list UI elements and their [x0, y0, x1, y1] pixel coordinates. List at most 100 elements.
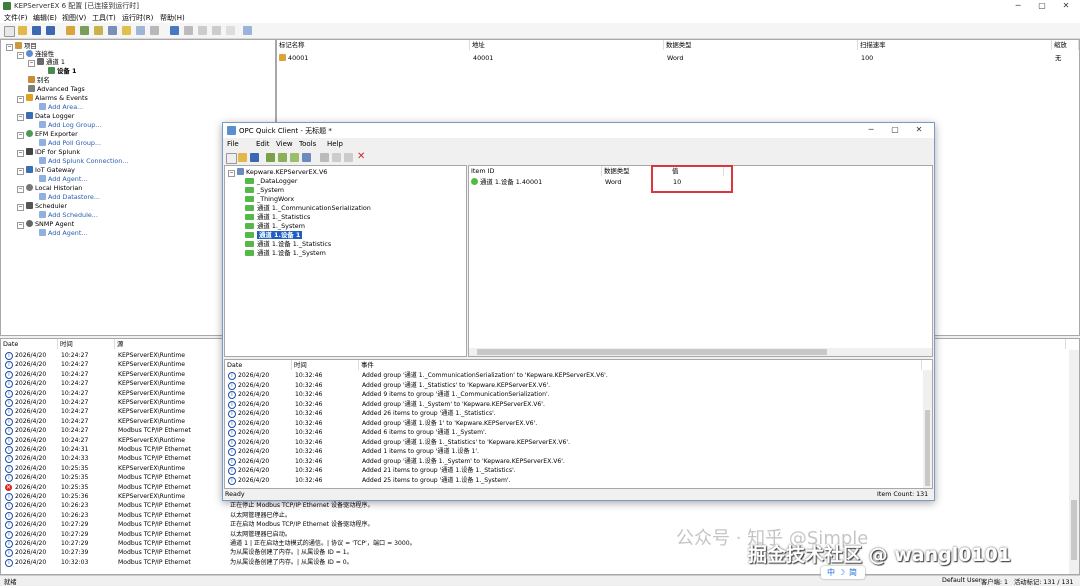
opc-menu-view[interactable]: View	[276, 140, 293, 148]
quick-client-icon[interactable]	[243, 26, 252, 35]
opc-tree-item[interactable]: _System	[245, 186, 284, 195]
col-scaling[interactable]: 缩放	[1052, 40, 1079, 50]
col-data-type[interactable]: 数据类型	[664, 40, 858, 50]
table-row[interactable]: i 2026/4/20 10:32:46 Added 6 items to group…	[225, 428, 921, 437]
menu-runtime[interactable]: 运行时(R)	[122, 13, 153, 23]
opc-close-button[interactable]: ✕	[907, 125, 931, 135]
menu-file[interactable]: 文件(F)	[4, 13, 28, 23]
opc-tree-item[interactable]: 通道 1._Statistics	[245, 213, 310, 222]
opc-new-icon[interactable]	[226, 153, 237, 164]
opc-open-icon[interactable]	[238, 153, 247, 162]
log-scroll-thumb[interactable]	[1071, 500, 1077, 560]
col-scan-rate[interactable]: 扫描速率	[858, 40, 1052, 50]
bulk-tag-icon[interactable]	[136, 26, 145, 35]
table-row[interactable]: i 2026/4/20 10:32:46 Added 21 items to grou…	[225, 466, 921, 475]
table-row[interactable]: i 2026/4/20 10:32:46 Added group '通道 1.设备 1…	[225, 457, 921, 466]
tree-add-splunk[interactable]: Add Splunk Connection...	[39, 157, 128, 166]
delete-icon[interactable]	[226, 26, 235, 35]
maximize-button[interactable]: ▢	[1030, 1, 1054, 11]
tree-scheduler[interactable]: − Scheduler	[17, 202, 67, 211]
tree-alias[interactable]: 别名	[28, 76, 50, 85]
new-group-icon[interactable]	[122, 26, 131, 35]
opc-new-item-icon[interactable]	[290, 153, 299, 162]
table-row[interactable]: i 2026/4/20 10:32:46 Added group '通道 1._Com…	[225, 371, 921, 380]
tree-idf[interactable]: − IDF for Splunk	[17, 148, 80, 157]
opc-tree-item-selected[interactable]: 通道 1.设备 1	[245, 231, 303, 240]
ime-indicator[interactable]: 中 ☽ 简	[821, 566, 865, 579]
table-row[interactable]: i 2026/4/20 10:27:29 Modbus TCP/IP Ethernet…	[1, 520, 1067, 530]
opc-tree-item[interactable]: _ThingWorx	[245, 195, 294, 204]
col-address[interactable]: 地址	[470, 40, 664, 50]
opc-log-col-time[interactable]: 时间	[292, 360, 359, 370]
log-col-source[interactable]: 源	[115, 339, 228, 349]
opc-save-icon[interactable]	[250, 153, 259, 162]
table-row[interactable]: i 2026/4/20 10:32:46 Added 25 items to grou…	[225, 476, 921, 485]
opc-tree-item[interactable]: _DataLogger	[245, 177, 297, 186]
tree-add-agent-snmp[interactable]: Add Agent...	[39, 229, 87, 238]
cut-icon[interactable]	[184, 26, 193, 35]
tree-add-agent[interactable]: Add Agent...	[39, 175, 87, 184]
log-col-date[interactable]: Date	[1, 339, 58, 349]
opc-item-hscrollbar[interactable]	[469, 348, 932, 356]
tree-efm[interactable]: − EFM Exporter	[17, 130, 78, 139]
opc-copy-icon[interactable]	[332, 153, 341, 162]
opc-log-scrollbar[interactable]	[923, 370, 932, 488]
tree-device[interactable]: 设备 1	[48, 67, 76, 76]
close-button[interactable]: ✕	[1054, 1, 1078, 11]
save-icon[interactable]	[32, 26, 41, 35]
opc-col-item-id[interactable]: Item ID	[469, 166, 602, 176]
menu-help[interactable]: 帮助(H)	[160, 13, 185, 23]
opc-tree-item[interactable]: 通道 1.设备 1._System	[245, 249, 326, 258]
table-row[interactable]: i 2026/4/20 10:32:46 Added group '通道 1._Sta…	[225, 381, 921, 390]
menu-edit[interactable]: 编辑(E)	[33, 13, 57, 23]
table-row[interactable]: i 2026/4/20 10:27:29 Modbus TCP/IP Ethernet…	[1, 530, 1067, 539]
table-row[interactable]: i 2026/4/20 10:32:46 Added group '通道 1._Sys…	[225, 400, 921, 409]
tree-iot[interactable]: − IoT Gateway	[17, 166, 75, 175]
menu-view[interactable]: 视图(V)	[62, 13, 86, 23]
table-row[interactable]: i 2026/4/20 10:26:23 Modbus TCP/IP Ethernet…	[1, 511, 1067, 520]
table-row[interactable]: i 2026/4/20 10:32:46 Added 26 items to grou…	[225, 409, 921, 418]
table-row[interactable]: i 2026/4/20 10:32:46 Added group '通道 1.设备 1…	[225, 438, 921, 447]
open-icon[interactable]	[18, 26, 27, 35]
opc-log-scroll-thumb[interactable]	[925, 410, 930, 486]
new-tag-icon[interactable]	[108, 26, 117, 35]
tree-add-log-group[interactable]: Add Log Group...	[39, 121, 101, 130]
opc-item-row[interactable]: 通道 1.设备 1.40001	[471, 178, 542, 187]
opc-menu-edit[interactable]: Edit	[256, 140, 270, 148]
opc-paste-icon[interactable]	[344, 153, 353, 162]
opc-new-group-icon[interactable]	[278, 153, 287, 162]
opc-log-col-date[interactable]: Date	[225, 360, 292, 370]
tree-add-schedule[interactable]: Add Schedule...	[39, 211, 98, 220]
opc-col-data-type[interactable]: 数据类型	[602, 166, 652, 176]
paste-icon[interactable]	[212, 26, 221, 35]
opc-minimize-button[interactable]: ─	[859, 125, 883, 135]
log-col-time[interactable]: 时间	[58, 339, 115, 349]
tree-data-logger[interactable]: − Data Logger	[17, 112, 74, 121]
tree-advanced-tags[interactable]: Advanced Tags	[28, 85, 85, 94]
new-channel-icon[interactable]	[80, 26, 89, 35]
properties-icon[interactable]	[66, 26, 75, 35]
table-row[interactable]: i 2026/4/20 10:26:23 Modbus TCP/IP Ethernet…	[1, 501, 1067, 511]
table-row[interactable]: 40001	[279, 54, 308, 63]
tree-add-poll-group[interactable]: Add Poll Group...	[39, 139, 101, 148]
opc-tree-root[interactable]: − Kepware.KEPServerEX.V6	[228, 168, 327, 177]
menu-tools[interactable]: 工具(T)	[92, 13, 116, 23]
opc-hscroll-thumb[interactable]	[477, 349, 827, 355]
table-row[interactable]: i 2026/4/20 10:32:46 Added group '通道 1.设备 1…	[225, 419, 921, 428]
opc-properties-icon[interactable]	[302, 153, 311, 162]
tree-historian[interactable]: − Local Historian	[17, 184, 82, 193]
opc-maximize-button[interactable]: ▢	[883, 125, 907, 135]
tree-add-datastore[interactable]: Add Datastore...	[39, 193, 100, 202]
log-scrollbar[interactable]	[1069, 350, 1079, 574]
minimize-button[interactable]: ─	[1006, 1, 1030, 11]
opc-menu-help[interactable]: Help	[327, 140, 343, 148]
opc-cut-icon[interactable]	[320, 153, 329, 162]
new-device-icon[interactable]	[94, 26, 103, 35]
opc-tree-item[interactable]: 通道 1.设备 1._Statistics	[245, 240, 331, 249]
copy-icon[interactable]	[198, 26, 207, 35]
undo-icon[interactable]	[170, 26, 179, 35]
table-row[interactable]: i 2026/4/20 10:32:46 Added 1 items to group…	[225, 447, 921, 456]
duplicate-icon[interactable]	[150, 26, 159, 35]
table-row[interactable]: i 2026/4/20 10:32:46 Added 9 items to group…	[225, 390, 921, 399]
new-project-icon[interactable]	[4, 26, 15, 37]
